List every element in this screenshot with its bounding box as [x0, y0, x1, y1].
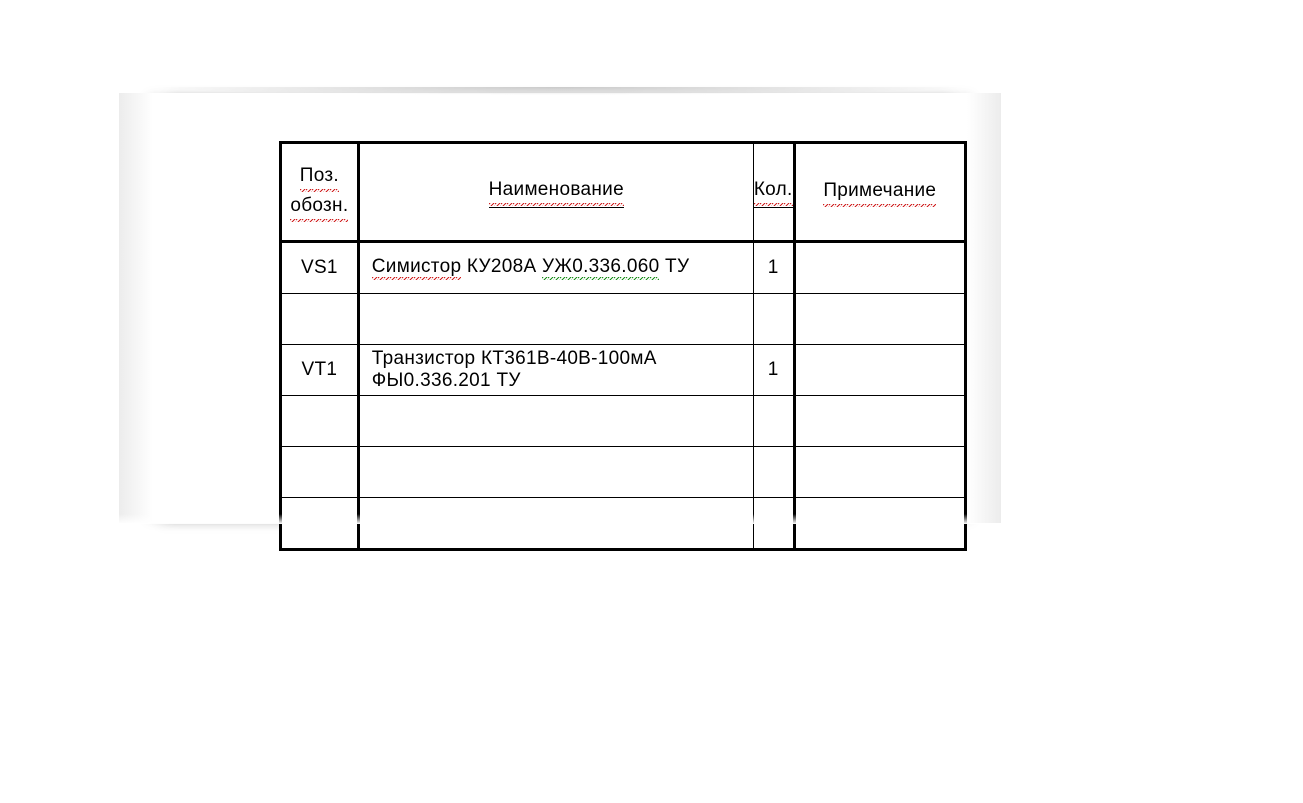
header-name: Наименование	[358, 143, 753, 242]
table-row	[281, 396, 966, 447]
header-position: Поз. обозн.	[281, 143, 359, 242]
table-row	[281, 447, 966, 498]
cell-pos	[281, 498, 359, 550]
table-row	[281, 498, 966, 550]
cell-note	[794, 396, 965, 447]
table-row: VS1 Симистор КУ208А УЖ0.336.060 ТУ 1	[281, 242, 966, 294]
cell-qty: 1	[753, 242, 794, 294]
header-qty-text: Кол.	[754, 176, 793, 206]
header-note-text: Примечание	[823, 177, 936, 207]
cell-name: Транзистор КТ361В-40В-100мА ФЫ0.336.201 …	[358, 345, 753, 396]
cell-note	[794, 345, 965, 396]
header-position-line1: Поз.	[300, 162, 339, 192]
header-qty: Кол.	[753, 143, 794, 242]
header-note: Примечание	[794, 143, 965, 242]
specification-table: Поз. обозн. Наименование Кол. Примечание…	[279, 141, 967, 551]
page-top-shadow	[153, 87, 967, 95]
cell-name	[358, 396, 753, 447]
cell-name: Симистор КУ208А УЖ0.336.060 ТУ	[358, 242, 753, 294]
header-name-text: Наименование	[489, 176, 624, 206]
cell-qty	[753, 498, 794, 550]
table-header-row: Поз. обозн. Наименование Кол. Примечание	[281, 143, 966, 242]
document-page: Поз. обозн. Наименование Кол. Примечание…	[153, 93, 967, 523]
cell-qty	[753, 294, 794, 345]
cell-pos	[281, 396, 359, 447]
cell-name	[358, 294, 753, 345]
cell-qty	[753, 396, 794, 447]
cell-note	[794, 242, 965, 294]
cell-name	[358, 498, 753, 550]
cell-note	[794, 294, 965, 345]
cell-pos: VS1	[281, 242, 359, 294]
table-row	[281, 294, 966, 345]
cell-pos	[281, 294, 359, 345]
table-row: VT1 Транзистор КТ361В-40В-100мА ФЫ0.336.…	[281, 345, 966, 396]
header-position-line2: обозн.	[290, 192, 348, 222]
cell-pos	[281, 447, 359, 498]
cell-name	[358, 447, 753, 498]
cell-note	[794, 498, 965, 550]
cell-qty: 1	[753, 345, 794, 396]
cell-pos: VT1	[281, 345, 359, 396]
cell-note	[794, 447, 965, 498]
cell-qty	[753, 447, 794, 498]
